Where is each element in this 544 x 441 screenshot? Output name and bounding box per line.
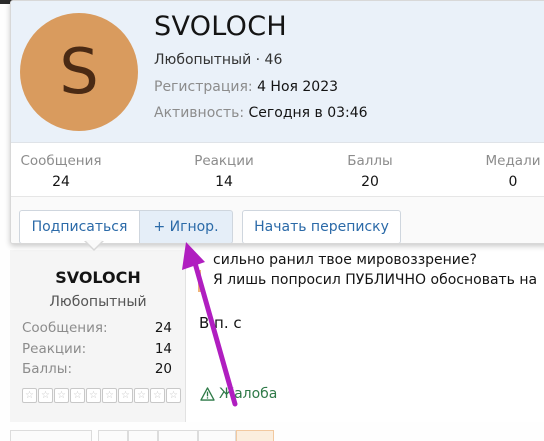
post-stat-reactions: Реакции: 14 [22, 341, 172, 357]
pager-cell[interactable] [198, 430, 236, 441]
star-icon: ☆ [150, 388, 165, 403]
quote-line: сильно ранил твое мировоззрение? [213, 252, 477, 268]
member-tooltip-card: S SVOLOCH Любопытный · 46 Регистрация: 4… [10, 0, 544, 244]
warning-triangle-icon [200, 387, 215, 401]
post-stat-value: 14 [154, 341, 172, 357]
post-body-text: В п. с [199, 314, 242, 332]
star-icon: ☆ [86, 388, 101, 403]
member-card-header: S SVOLOCH Любопытный · 46 Регистрация: 4… [11, 1, 544, 142]
stat-value: 0 [508, 174, 518, 190]
member-name[interactable]: SVOLOCH [154, 11, 287, 42]
pager-cell[interactable] [128, 430, 158, 441]
ignore-button[interactable]: + Игнор. [139, 210, 233, 243]
stat-reactions[interactable]: Реакции 14 [181, 153, 267, 190]
stat-value: 20 [361, 174, 379, 190]
stat-value: 24 [52, 174, 70, 190]
star-icon: ☆ [134, 388, 149, 403]
follow-button[interactable]: Подписаться [19, 210, 140, 243]
stat-label: Реакции [194, 153, 254, 169]
stat-medals[interactable]: Медали 0 [473, 153, 544, 190]
star-icon: ☆ [54, 388, 69, 403]
star-icon: ☆ [22, 388, 37, 403]
post-stat-value: 24 [154, 320, 172, 336]
stat-value: 14 [215, 174, 233, 190]
star-icon: ☆ [38, 388, 53, 403]
star-icon: ☆ [70, 388, 85, 403]
pagination-strip [10, 430, 544, 441]
member-registration: Регистрация: 4 Ноя 2023 [154, 79, 338, 95]
post-stat-label: Баллы: [22, 361, 72, 377]
post-author-name[interactable]: SVOLOCH [10, 268, 186, 287]
registration-value: 4 Ноя 2023 [257, 79, 339, 95]
post-stat-messages: Сообщения: 24 [22, 320, 172, 336]
activity-label: Активность: [154, 105, 245, 121]
member-actions: Подписаться + Игнор. Начать переписку [11, 196, 544, 243]
quote-bar [198, 270, 201, 292]
avatar[interactable]: S [20, 13, 138, 131]
star-icon: ☆ [118, 388, 133, 403]
post-stat-points: Баллы: 20 [22, 361, 172, 377]
post-user-panel: SVOLOCH Любопытный Сообщения: 24 Реакции… [10, 250, 186, 422]
post-stat-label: Сообщения: [22, 320, 108, 336]
member-title: Любопытный · 46 [154, 52, 283, 68]
post-stat-label: Реакции: [22, 341, 87, 357]
report-label: Жалоба [219, 386, 278, 402]
stat-points[interactable]: Баллы 20 [327, 153, 413, 190]
registration-label: Регистрация: [154, 79, 253, 95]
tooltip-pointer [84, 240, 104, 251]
pager-cell[interactable] [236, 430, 274, 441]
member-activity: Активность: Сегодня в 03:46 [154, 105, 368, 121]
start-conversation-button[interactable]: Начать переписку [242, 210, 401, 243]
member-stats: Сообщения 24 Реакции 14 Баллы 20 Медали … [11, 142, 544, 196]
star-icon: ☆ [166, 388, 181, 403]
stat-label: Баллы [347, 153, 393, 169]
pager-cell[interactable] [10, 430, 92, 441]
star-icon: ☆ [102, 388, 117, 403]
quote-line: Я лишь попросил ПУБЛИЧНО обосновать на [213, 272, 538, 288]
stat-messages[interactable]: Сообщения 24 [18, 153, 104, 190]
stat-label: Сообщения [20, 153, 102, 169]
stat-label: Медали [485, 153, 541, 169]
pager-cell[interactable] [98, 430, 128, 441]
post-content: сильно ранил твое мировоззрение? Я лишь … [186, 250, 544, 422]
activity-value: Сегодня в 03:46 [248, 105, 368, 121]
post-author-title: Любопытный [49, 294, 147, 310]
pager-cell[interactable] [158, 430, 198, 441]
rating-stars: ☆ ☆ ☆ ☆ ☆ ☆ ☆ ☆ ☆ ☆ [22, 388, 181, 403]
report-link[interactable]: Жалоба [200, 386, 277, 402]
post-stat-value: 20 [154, 361, 172, 377]
